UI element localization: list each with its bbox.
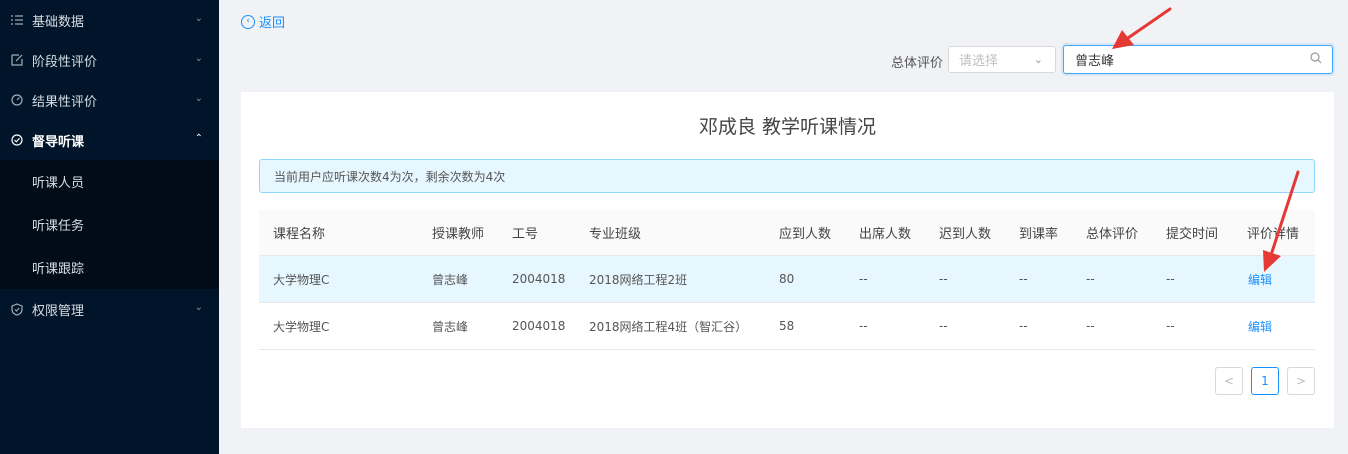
- col-header-course: 课程名称: [273, 227, 326, 242]
- sidebar-item-basic-data[interactable]: 基础数据 ⌄: [0, 0, 219, 40]
- submenu-item-listeners[interactable]: 听课人员: [0, 160, 219, 203]
- chevron-up-icon: ⌃: [194, 133, 203, 144]
- cell-overall: --: [1086, 272, 1095, 286]
- cell-teacher: 曾志峰: [432, 272, 469, 287]
- dashboard-icon: [10, 93, 24, 107]
- col-header-late: 迟到人数: [939, 227, 992, 242]
- cell-attendance-rate: --: [1019, 272, 1028, 286]
- page-title: 邓成良 教学听课情况: [698, 116, 877, 138]
- sidebar: 基础数据 ⌄ 阶段性评价 ⌄ 结果性评价 ⌄ 督导听课 ⌃ 听课人员 听课任务 …: [0, 0, 219, 454]
- col-header-overall: 总体评价: [1086, 227, 1139, 242]
- table-row: 大学物理C 曾志峰 2004018 2018网络工程4班（智汇谷） 58 -- …: [259, 303, 1315, 350]
- cell-class: 2018网络工程2班: [589, 272, 688, 287]
- cell-teacher: 曾志峰: [432, 319, 469, 334]
- cell-present: --: [859, 272, 868, 286]
- cell-course: 大学物理C: [273, 272, 330, 287]
- select-placeholder: 请选择: [959, 54, 999, 69]
- chevron-down-icon: ⌄: [1033, 53, 1043, 66]
- sidebar-item-permissions[interactable]: 权限管理 ⌄: [0, 289, 219, 329]
- col-header-staff-id: 工号: [512, 227, 539, 242]
- edit-link[interactable]: 编辑: [1248, 303, 1272, 349]
- pagination-next-button[interactable]: >: [1287, 367, 1315, 395]
- search-icon[interactable]: [1310, 52, 1322, 68]
- edit-link[interactable]: 编辑: [1248, 256, 1272, 302]
- col-header-teacher: 授课教师: [432, 227, 485, 242]
- sidebar-item-result-evaluation[interactable]: 结果性评价 ⌄: [0, 80, 219, 120]
- cell-submit-time: --: [1166, 319, 1175, 333]
- chevron-down-icon: ⌄: [194, 302, 203, 313]
- col-header-details: 评价详情: [1247, 227, 1300, 242]
- search-input[interactable]: 曾志峰: [1063, 45, 1333, 74]
- lesson-table: 课程名称 授课教师 工号 专业班级 应到人数 出席人数 迟到人数 到课率 总体评…: [259, 210, 1315, 350]
- overall-evaluation-select[interactable]: 请选择 ⌄: [948, 46, 1056, 73]
- cell-overall: --: [1086, 319, 1095, 333]
- list-icon: [10, 13, 24, 27]
- main-content: ‹ 返回 总体评价 请选择 ⌄ 曾志峰 邓成良 教学听课情况 当前用户应听课次数…: [219, 0, 1348, 454]
- search-value: 曾志峰: [1075, 54, 1115, 69]
- cell-staff-id: 2004018: [512, 272, 566, 286]
- sidebar-item-label: 基础数据: [32, 14, 85, 30]
- back-circle-icon: ‹: [241, 14, 255, 29]
- cell-attendance-rate: --: [1019, 319, 1028, 333]
- sidebar-item-label: 阶段性评价: [32, 54, 98, 70]
- cell-late: --: [939, 319, 948, 333]
- col-header-attendance-rate: 到课率: [1019, 227, 1059, 242]
- chevron-down-icon: ⌄: [194, 93, 203, 104]
- cell-class: 2018网络工程4班（智汇谷）: [589, 319, 748, 334]
- sidebar-item-label: 结果性评价: [32, 94, 98, 110]
- back-link[interactable]: ‹ 返回: [241, 12, 285, 31]
- cell-late: --: [939, 272, 948, 286]
- check-circle-icon: [10, 133, 24, 147]
- pagination-page-1[interactable]: 1: [1251, 367, 1279, 395]
- cell-course: 大学物理C: [273, 319, 330, 334]
- cell-submit-time: --: [1166, 272, 1175, 286]
- col-header-submit-time: 提交时间: [1166, 227, 1219, 242]
- edit-square-icon: [10, 53, 24, 67]
- info-alert: 当前用户应听课次数4为次，剩余次数为4次: [259, 159, 1315, 193]
- back-label: 返回: [259, 16, 286, 31]
- supervision-submenu: 听课人员 听课任务 听课跟踪: [0, 160, 219, 289]
- shield-icon: [10, 302, 24, 316]
- col-header-expected: 应到人数: [779, 227, 832, 242]
- cell-present: --: [859, 319, 868, 333]
- pagination-prev-button[interactable]: <: [1215, 367, 1243, 395]
- submenu-item-tasks[interactable]: 听课任务: [0, 203, 219, 246]
- sidebar-item-label: 督导听课: [32, 134, 85, 150]
- sidebar-item-label: 权限管理: [32, 303, 85, 319]
- cell-expected: 80: [779, 272, 795, 286]
- sidebar-item-stage-evaluation[interactable]: 阶段性评价 ⌄: [0, 40, 219, 80]
- table-row: 大学物理C 曾志峰 2004018 2018网络工程2班 80 -- -- --…: [259, 256, 1315, 303]
- chevron-down-icon: ⌄: [194, 13, 203, 24]
- overall-evaluation-label: 总体评价: [891, 56, 944, 71]
- table-header-row: 课程名称 授课教师 工号 专业班级 应到人数 出席人数 迟到人数 到课率 总体评…: [259, 210, 1315, 256]
- content-panel: 邓成良 教学听课情况 当前用户应听课次数4为次，剩余次数为4次 课程名称 授课教…: [241, 92, 1334, 428]
- cell-expected: 58: [779, 319, 795, 333]
- chevron-down-icon: ⌄: [194, 53, 203, 64]
- col-header-class: 专业班级: [589, 227, 642, 242]
- col-header-present: 出席人数: [859, 227, 912, 242]
- cell-staff-id: 2004018: [512, 319, 566, 333]
- sidebar-item-supervision[interactable]: 督导听课 ⌃: [0, 120, 219, 160]
- submenu-item-tracking[interactable]: 听课跟踪: [0, 246, 219, 289]
